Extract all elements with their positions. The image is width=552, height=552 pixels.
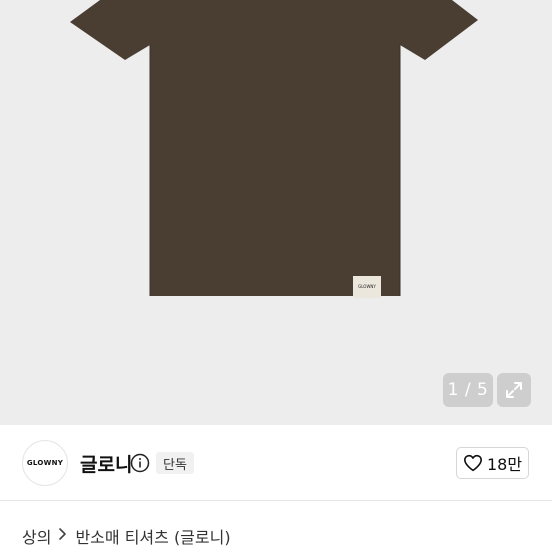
brand-logo[interactable]: GLOWNY <box>22 440 68 486</box>
like-count: 18만 <box>486 455 523 474</box>
shirt-label-text: GLOWNY <box>358 284 376 289</box>
exclusive-badge: 단독 <box>156 452 194 474</box>
breadcrumb: 상의 반소매 티셔츠 (글로니) <box>22 524 231 548</box>
chevron-right-icon <box>58 527 68 545</box>
heart-icon <box>463 454 482 472</box>
brand-row: GLOWNY 글로니 단독 18만 <box>0 425 552 501</box>
like-button[interactable]: 18만 <box>456 447 529 479</box>
expand-button[interactable] <box>497 373 531 407</box>
breadcrumb-category[interactable]: 상의 <box>22 524 51 548</box>
expand-icon <box>506 382 522 398</box>
brand-logo-text: GLOWNY <box>26 459 64 467</box>
info-icon[interactable] <box>130 453 150 473</box>
gallery-counter: 1 / 5 <box>443 373 493 407</box>
breadcrumb-subcategory[interactable]: 반소매 티셔츠 (글로니) <box>75 524 230 548</box>
product-image[interactable]: GLOWNY 1 / 5 <box>0 0 552 425</box>
shirt-image: GLOWNY <box>70 0 478 298</box>
brand-name[interactable]: 글로니 <box>80 450 132 477</box>
